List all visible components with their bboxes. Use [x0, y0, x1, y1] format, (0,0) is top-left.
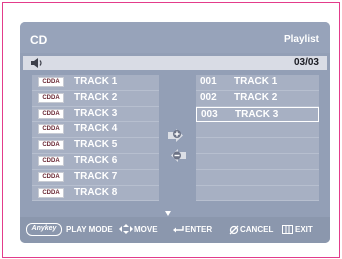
playlist-row[interactable]: 002 TRACK 2 [196, 90, 319, 107]
track-title: TRACK 4 [74, 123, 118, 135]
track-title: TRACK 1 [74, 76, 118, 87]
cdda-badge: CDDA [38, 124, 64, 135]
track-title: TRACK 7 [74, 170, 118, 182]
speaker-icon [31, 58, 42, 68]
playlist: 001 TRACK 1 002 TRACK 2 003 TRACK 3 [196, 75, 319, 202]
hint-bar: Anykey PLAY MODE MOVE ENTER CANCEL EXIT [20, 217, 330, 243]
playlist-position: 03/03 [293, 57, 319, 68]
cdda-badge: CDDA [38, 171, 64, 182]
playlist-row-selected[interactable]: 003 TRACK 3 [196, 106, 319, 123]
playlist-number: 002 [200, 91, 217, 103]
track-title: TRACK 2 [74, 91, 118, 103]
move-hint: MOVE [134, 225, 158, 234]
track-title: TRACK 8 [74, 186, 118, 198]
playlist-row-empty[interactable] [196, 185, 319, 202]
cancel-hint: CANCEL [240, 225, 274, 234]
playlist-title: TRACK 1 [234, 76, 278, 87]
cancel-icon [229, 225, 239, 235]
playlist-row-empty[interactable] [196, 138, 319, 154]
playlist-row-empty[interactable] [196, 169, 319, 186]
info-bar: 03/03 [23, 56, 327, 70]
cdda-badge: CDDA [38, 108, 64, 119]
track-list: CDDA TRACK 1 CDDA TRACK 2 CDDA TRACK 3 C… [32, 75, 159, 202]
remove-from-playlist-icon[interactable] [168, 148, 186, 163]
track-row[interactable]: CDDA TRACK 6 [32, 153, 159, 170]
cdda-badge: CDDA [38, 187, 64, 198]
exit-hint: EXIT [295, 225, 313, 234]
playlist-row[interactable]: 001 TRACK 1 [196, 75, 319, 91]
playlist-title: TRACK 3 [235, 108, 279, 120]
scroll-down-arrow-icon[interactable] [165, 211, 171, 216]
playlist-title: TRACK 2 [234, 91, 278, 103]
anykey-badge: Anykey [26, 223, 62, 236]
cdda-badge: CDDA [38, 92, 64, 103]
add-to-playlist-icon[interactable] [168, 128, 186, 143]
playlist-number: 001 [200, 76, 217, 87]
track-row[interactable]: CDDA TRACK 5 [32, 138, 159, 154]
cdda-badge: CDDA [38, 77, 64, 87]
move-arrows-icon [119, 224, 133, 234]
track-row[interactable]: CDDA TRACK 4 [32, 122, 159, 139]
track-row[interactable]: CDDA TRACK 1 [32, 75, 159, 91]
title-bar: CD Playlist [20, 22, 330, 53]
track-row[interactable]: CDDA TRACK 2 [32, 90, 159, 107]
track-row[interactable]: CDDA TRACK 8 [32, 185, 159, 202]
playlist-row-empty[interactable] [196, 122, 319, 139]
osd-panel: CD Playlist 03/03 CDDA TRACK 1 CDDA TRAC… [20, 22, 330, 243]
cdda-badge: CDDA [38, 155, 64, 166]
source-title: CD [30, 33, 48, 47]
mode-title: Playlist [283, 34, 319, 45]
track-row[interactable]: CDDA TRACK 7 [32, 169, 159, 186]
enter-icon [173, 226, 184, 233]
track-row[interactable]: CDDA TRACK 3 [32, 106, 159, 123]
cdda-badge: CDDA [38, 140, 64, 151]
exit-icon [282, 225, 293, 234]
enter-hint: ENTER [185, 225, 213, 234]
play-mode-hint: PLAY MODE [66, 225, 113, 234]
track-title: TRACK 6 [74, 154, 118, 166]
playlist-row-empty[interactable] [196, 153, 319, 170]
playlist-number: 003 [201, 108, 218, 120]
track-title: TRACK 3 [74, 107, 118, 119]
screen-frame: CD Playlist 03/03 CDDA TRACK 1 CDDA TRAC… [2, 2, 340, 258]
track-title: TRACK 5 [74, 139, 118, 151]
